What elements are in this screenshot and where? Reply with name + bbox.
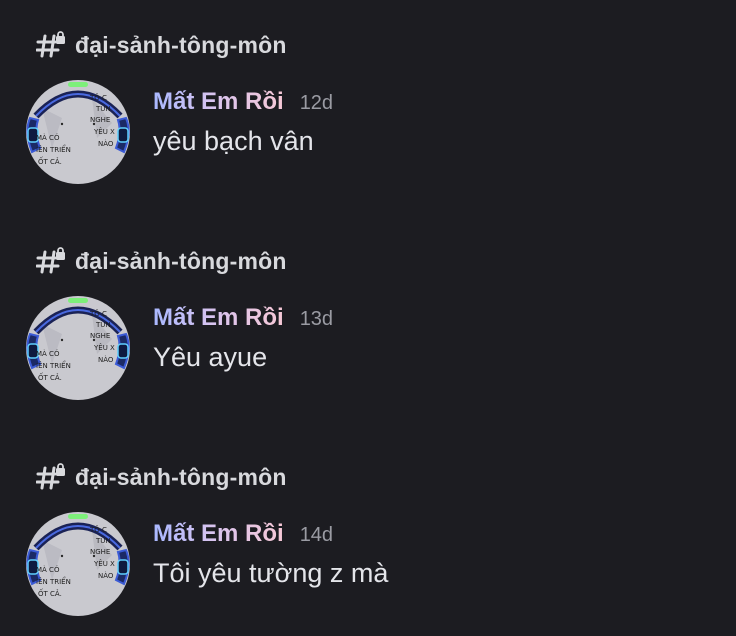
search-result[interactable]: đại-sảnh-tông-môn TÔ C TÙN NGHE YÊU X NÀ… — [0, 432, 736, 632]
message-header: Mất Em Rồi 14d — [153, 520, 333, 548]
author-name[interactable]: Mất Em Rồi — [153, 520, 284, 548]
message-header: Mất Em Rồi 13d — [153, 304, 333, 332]
user-avatar[interactable]: TÔ C TÙN NGHE YÊU X NÀO MÀ CÓ IÊN TRIỂN … — [22, 78, 134, 186]
user-avatar[interactable]: TÔ C TÙN NGHE YÊU X NÀO MÀ CÓ IÊN TRIỂN … — [22, 294, 134, 402]
avatar-caption-line: NÀO — [98, 355, 114, 364]
avatar-caption-line: TÔ C — [89, 309, 107, 318]
avatar-caption-line: TÙN — [95, 320, 111, 329]
channel-name: đại-sảnh-tông-môn — [75, 31, 287, 58]
search-results-feed: đại-sảnh-tông-môn TÔ C TÙN NGHE YÊU X NÀ… — [0, 0, 736, 636]
avatar-caption-line: MÀ CÓ — [36, 133, 60, 142]
avatar-caption-line: NGHE — [90, 116, 110, 124]
message-content: yêu bạch vân — [153, 126, 314, 156]
channel-header[interactable]: đại-sảnh-tông-môn — [36, 30, 287, 60]
search-result[interactable]: đại-sảnh-tông-môn TÔ C TÙN NGHE YÊU X NÀ… — [0, 0, 736, 200]
locked-channel-icon — [36, 247, 65, 274]
avatar-caption-line: YÊU X — [93, 343, 115, 352]
avatar-caption-line: MÀ CÓ — [36, 349, 60, 358]
message-timestamp[interactable]: 13d — [300, 308, 333, 331]
avatar-caption-line: TÔ C — [89, 525, 107, 534]
locked-channel-icon — [36, 31, 65, 58]
avatar-caption-line: YÊU X — [93, 559, 115, 568]
author-name[interactable]: Mất Em Rồi — [153, 88, 284, 116]
channel-header[interactable]: đại-sảnh-tông-môn — [36, 246, 287, 276]
avatar-caption-line: ỐT CẢ. — [38, 372, 62, 382]
avatar-caption-line: NÀO — [98, 571, 114, 580]
channel-header[interactable]: đại-sảnh-tông-môn — [36, 462, 287, 492]
avatar-caption-line: IÊN TRIỂN — [36, 360, 71, 370]
channel-name: đại-sảnh-tông-môn — [75, 247, 287, 274]
avatar-caption-line: IÊN TRIỂN — [36, 144, 71, 154]
message-header: Mất Em Rồi 12d — [153, 88, 333, 116]
avatar-caption-line: NGHE — [90, 548, 110, 556]
locked-channel-icon — [36, 463, 65, 490]
message-timestamp[interactable]: 12d — [300, 92, 333, 115]
avatar-caption-line: IÊN TRIỂN — [36, 576, 71, 586]
message-timestamp[interactable]: 14d — [300, 524, 333, 547]
avatar-caption-line: TÙN — [95, 536, 111, 545]
avatar-caption-line: YÊU X — [93, 127, 115, 136]
message-content: Yêu ayue — [153, 342, 268, 372]
avatar-caption-line: TÙN — [95, 104, 111, 113]
avatar-caption-line: ỐT CẢ. — [38, 588, 62, 598]
message-content: Tôi yêu tường z mà — [153, 558, 389, 588]
avatar-caption-line: ỐT CẢ. — [38, 156, 62, 166]
avatar-caption-line: TÔ C — [89, 93, 107, 102]
avatar-caption-line: NÀO — [98, 139, 114, 148]
author-name[interactable]: Mất Em Rồi — [153, 304, 284, 332]
user-avatar[interactable]: TÔ C TÙN NGHE YÊU X NÀO MÀ CÓ IÊN TRIỂN … — [22, 510, 134, 618]
search-result[interactable]: đại-sảnh-tông-môn TÔ C TÙN NGHE YÊU X NÀ… — [0, 216, 736, 416]
channel-name: đại-sảnh-tông-môn — [75, 463, 287, 490]
avatar-caption-line: NGHE — [90, 332, 110, 340]
avatar-caption-line: MÀ CÓ — [36, 565, 60, 574]
